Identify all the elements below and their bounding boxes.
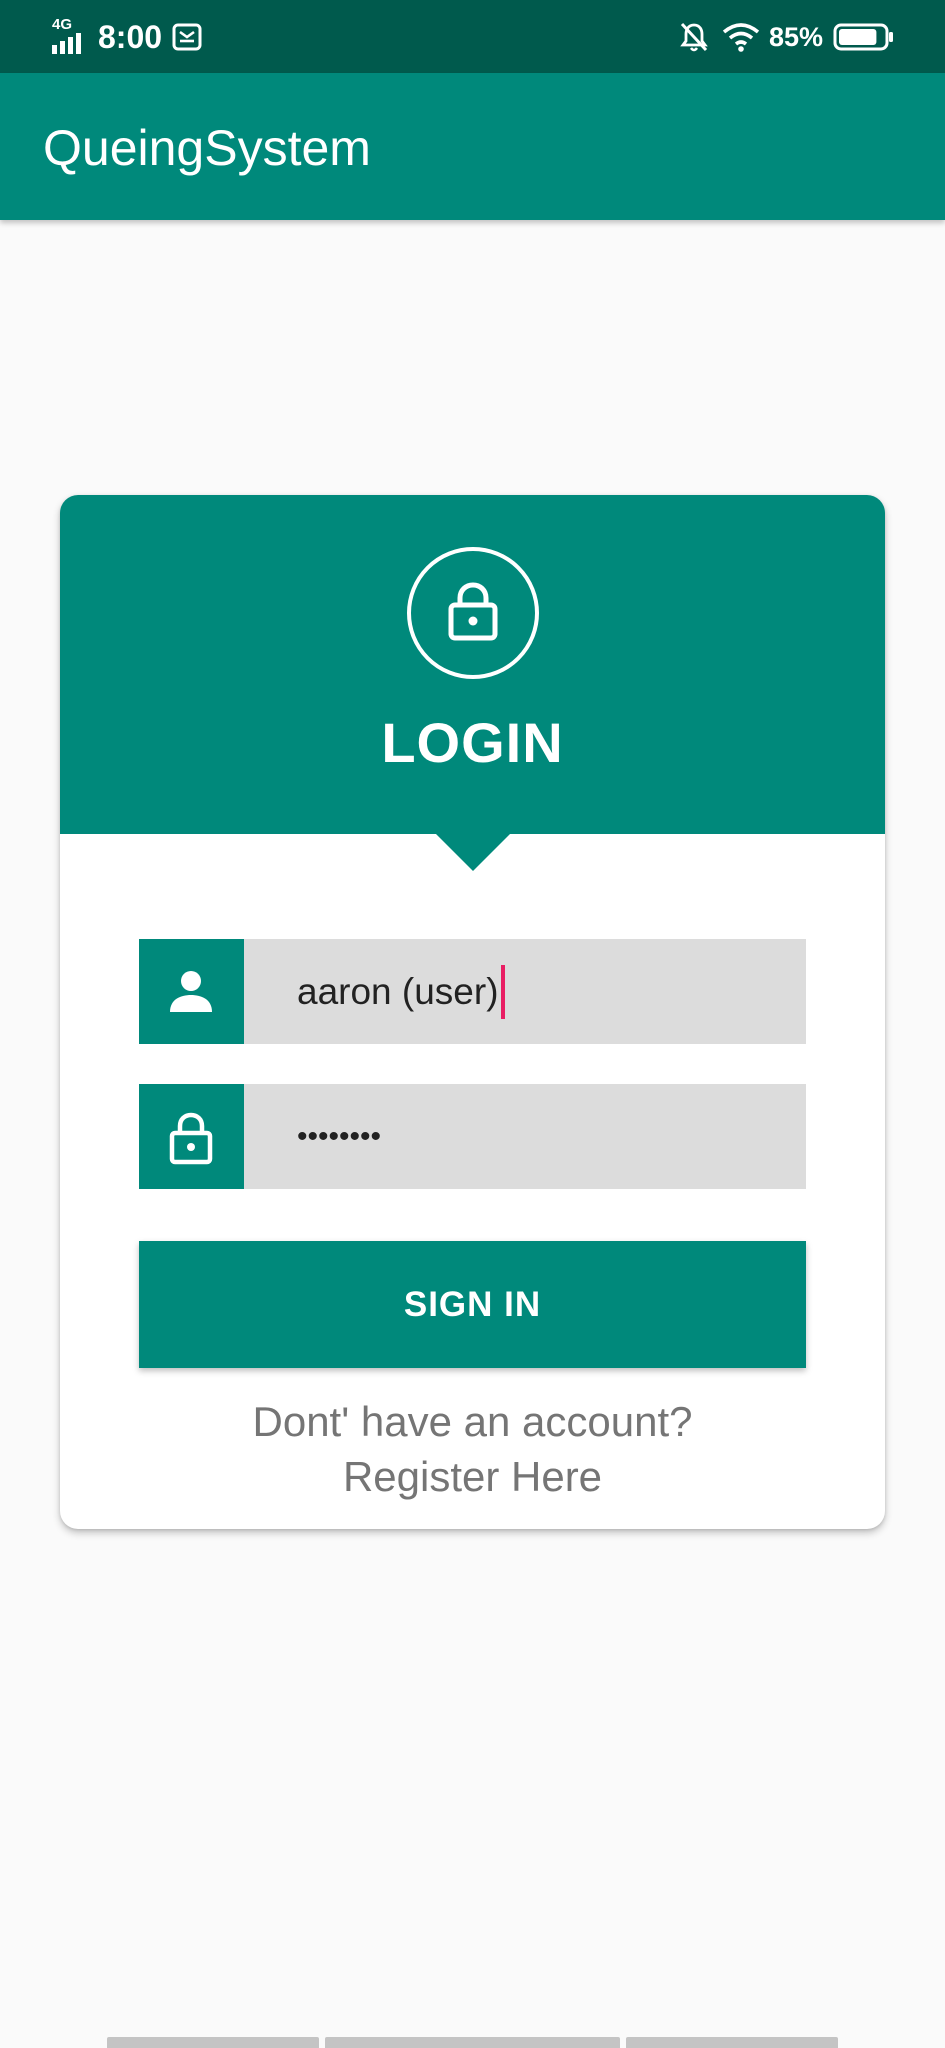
- text-cursor: [500, 965, 505, 1019]
- nav-hint-center: [325, 2037, 620, 2048]
- lock-icon: [448, 582, 498, 641]
- login-header: LOGIN: [60, 495, 885, 834]
- lock-icon: [169, 1112, 213, 1165]
- password-field[interactable]: [139, 1084, 806, 1189]
- nav-hint-right: [626, 2037, 838, 2048]
- status-right: 85%: [679, 16, 895, 58]
- app-bar: QueingSystem: [0, 73, 945, 220]
- status-bar: 4G 8:00 85%: [0, 0, 945, 73]
- status-left: 4G 8:00: [50, 16, 202, 58]
- login-title: LOGIN: [381, 711, 564, 774]
- person-icon: [170, 971, 212, 1012]
- password-input[interactable]: [244, 1084, 806, 1189]
- username-field[interactable]: [139, 939, 806, 1044]
- nav-hint-left: [107, 2037, 319, 2048]
- battery-percentage: 85%: [768, 22, 823, 52]
- status-time: 8:00: [98, 19, 163, 55]
- lock-circle: [407, 547, 539, 679]
- login-card: LOGIN SIGN IN Dont' have an account? Reg…: [60, 495, 885, 1529]
- username-input[interactable]: [244, 939, 806, 1044]
- network-type: 4G: [52, 16, 73, 33]
- signal-icon: 4G: [50, 17, 94, 57]
- username-icon-box: [139, 939, 244, 1044]
- header-pointer: [435, 833, 511, 871]
- register-here: Register Here: [342, 1453, 603, 1500]
- sign-in-button[interactable]: SIGN IN: [139, 1241, 806, 1368]
- app-title: QueingSystem: [43, 120, 371, 176]
- wifi-icon: [721, 22, 761, 52]
- battery-icon: [833, 22, 895, 52]
- password-icon-box: [139, 1084, 244, 1189]
- register-link[interactable]: Dont' have an account? Register Here: [60, 1394, 885, 1504]
- mute-icon: [679, 21, 709, 53]
- register-prompt: Dont' have an account?: [252, 1398, 693, 1445]
- message-notification-icon: [172, 22, 202, 52]
